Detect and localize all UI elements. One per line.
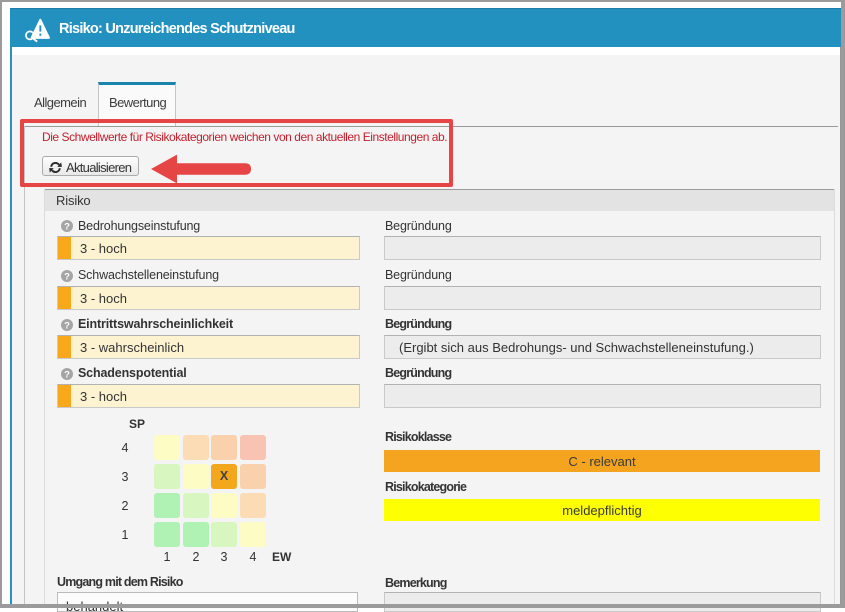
svg-text:?: ? [64, 369, 70, 380]
svg-text:?: ? [64, 320, 70, 331]
svg-text:?: ? [64, 271, 70, 282]
svg-text:?: ? [64, 221, 70, 232]
